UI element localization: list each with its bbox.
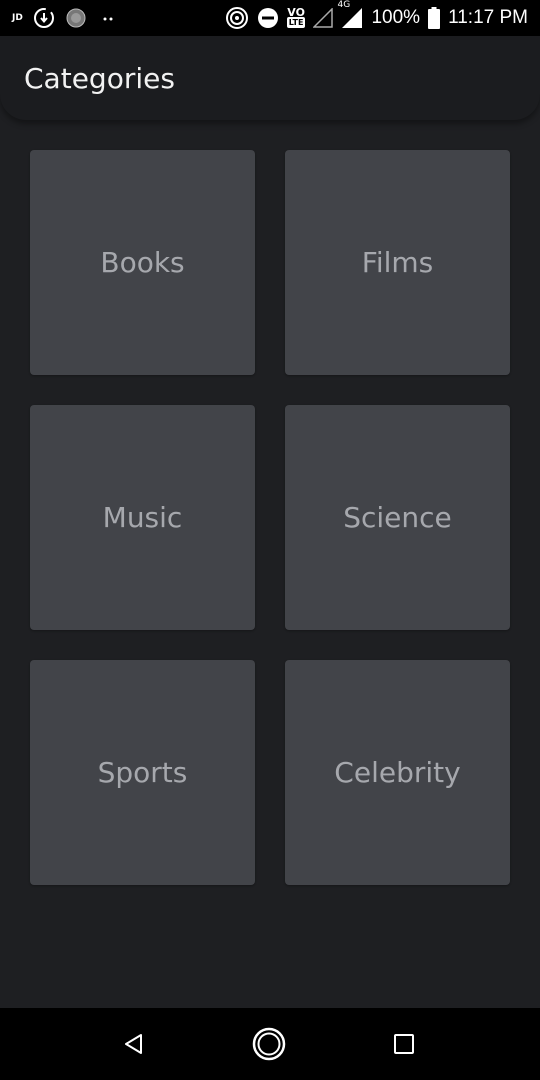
download-icon	[33, 7, 55, 29]
category-tile-sports[interactable]: Sports	[30, 660, 255, 885]
battery-percentage: 100%	[371, 7, 421, 28]
home-icon	[252, 1027, 286, 1061]
do-not-disturb-icon	[257, 7, 279, 29]
category-label: Books	[100, 246, 185, 279]
category-label: Sports	[97, 756, 188, 789]
category-tile-celebrity[interactable]: Celebrity	[285, 660, 510, 885]
signal-empty-icon	[313, 8, 334, 28]
category-tile-music[interactable]: Music	[30, 405, 255, 630]
status-bar-right: VO LTE 4G 100% 11:17 PM	[225, 0, 528, 36]
more-notifications-icon	[97, 7, 119, 29]
category-label: Films	[361, 246, 434, 279]
system-navigation-bar	[0, 1008, 540, 1080]
sync-icon	[65, 7, 87, 29]
status-bar-left: JD	[12, 0, 119, 36]
carrier-tag: JD	[12, 13, 23, 23]
lte-label: LTE	[286, 17, 306, 28]
battery-icon	[428, 7, 441, 29]
signal-4g-icon: 4G	[337, 1, 363, 29]
category-tile-science[interactable]: Science	[285, 405, 510, 630]
recents-button[interactable]	[368, 1008, 440, 1080]
volte-icon: VO LTE	[286, 6, 306, 28]
clock: 11:17 PM	[448, 7, 528, 28]
categories-grid: Books Films Music Science Sports Celebri…	[30, 150, 510, 885]
status-bar: JD VO LTE 4G 100% 11:17 PM	[0, 0, 540, 36]
recents-icon	[394, 1034, 414, 1054]
category-label: Celebrity	[334, 756, 461, 789]
volte-label: VO	[287, 6, 305, 19]
home-button[interactable]	[233, 1008, 305, 1080]
back-icon	[125, 1034, 142, 1054]
category-tile-books[interactable]: Books	[30, 150, 255, 375]
network-gen-label: 4G	[337, 0, 351, 10]
back-button[interactable]	[98, 1008, 170, 1080]
category-label: Music	[102, 501, 183, 534]
category-label: Science	[343, 501, 452, 534]
page-title: Categories	[24, 62, 175, 95]
app-bar: Categories	[0, 36, 540, 120]
category-tile-films[interactable]: Films	[285, 150, 510, 375]
hotspot-icon	[225, 6, 249, 30]
